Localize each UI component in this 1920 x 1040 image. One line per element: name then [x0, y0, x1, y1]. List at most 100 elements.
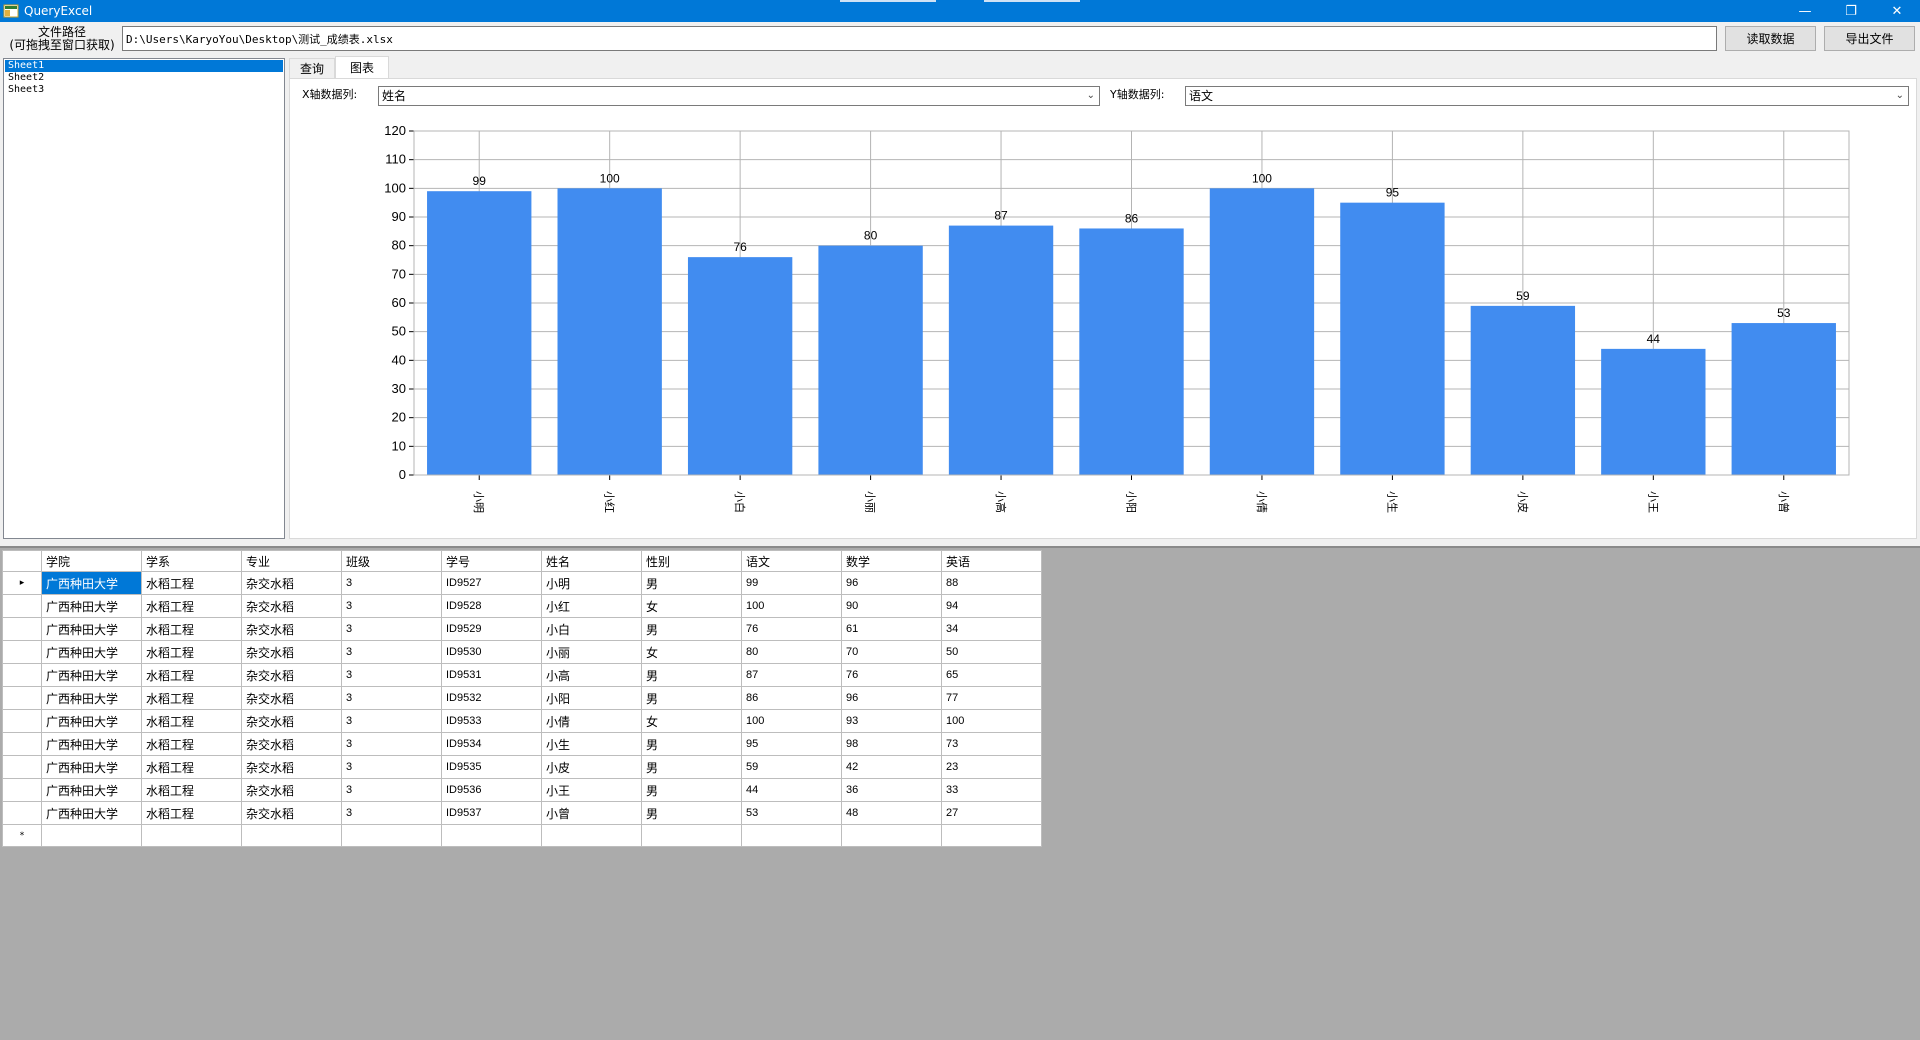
grid-cell[interactable]: 广西种田大学 — [41, 732, 142, 756]
grid-cell[interactable]: 小明 — [541, 571, 642, 595]
data-grid[interactable]: 学院 学系 专业 班级 学号 姓名 性别 语文 数学 英语 ▸ 广西种田大学 水稻工程 杂交水稻 3 ID9… — [2, 550, 1042, 847]
data-grid-area[interactable]: 学院 学系 专业 班级 学号 姓名 性别 语文 数学 英语 ▸ 广西种田大学 水稻工程 杂交水稻 3 ID9… — [0, 546, 1920, 1040]
grid-cell[interactable]: 98 — [841, 732, 942, 756]
grid-cell[interactable]: 87 — [741, 663, 842, 687]
column-header[interactable]: 学院 — [41, 550, 142, 572]
grid-cell[interactable]: 94 — [941, 594, 1042, 618]
grid-cell[interactable]: 59 — [741, 755, 842, 779]
table-row[interactable]: 广西种田大学 水稻工程 杂交水稻 3 ID9529 小白男 76 61 34 — [2, 617, 1042, 641]
file-path-input[interactable]: D:\Users\KaryoYou\Desktop\测试_成绩表.xlsx — [122, 26, 1717, 51]
table-row[interactable]: 广西种田大学 水稻工程 杂交水稻 3 ID9531 小高男 87 76 65 — [2, 663, 1042, 687]
maximize-button[interactable]: ❐ — [1828, 0, 1874, 22]
grid-cell[interactable]: 女 — [641, 709, 742, 733]
grid-cell[interactable]: 34 — [941, 617, 1042, 641]
grid-cell[interactable]: 95 — [741, 732, 842, 756]
grid-cell[interactable]: 水稻工程 — [141, 755, 242, 779]
minimize-button[interactable]: — — [1782, 0, 1828, 22]
grid-cell[interactable]: 77 — [941, 686, 1042, 710]
grid-cell[interactable]: 小倩 — [541, 709, 642, 733]
grid-cell[interactable]: ID9534 — [441, 732, 542, 756]
table-row[interactable]: 广西种田大学 水稻工程 杂交水稻 3 ID9532 小阳男 86 96 77 — [2, 686, 1042, 710]
grid-cell[interactable]: 杂交水稻 — [241, 571, 342, 595]
row-header[interactable] — [2, 640, 42, 664]
grid-cell[interactable]: 76 — [841, 663, 942, 687]
grid-cell[interactable]: 3 — [341, 640, 442, 664]
grid-cell[interactable]: 男 — [641, 778, 742, 802]
grid-cell[interactable]: 3 — [341, 617, 442, 641]
grid-cell[interactable]: 广西种田大学 — [41, 640, 142, 664]
grid-cell[interactable]: ID9532 — [441, 686, 542, 710]
grid-cell[interactable]: 杂交水稻 — [241, 686, 342, 710]
grid-cell[interactable]: 水稻工程 — [141, 640, 242, 664]
new-row[interactable]: * — [2, 824, 1042, 847]
grid-cell[interactable]: 水稻工程 — [141, 732, 242, 756]
grid-cell[interactable]: 男 — [641, 571, 742, 595]
grid-cell[interactable]: 杂交水稻 — [241, 617, 342, 641]
grid-cell[interactable]: 3 — [341, 571, 442, 595]
grid-cell[interactable]: 小丽 — [541, 640, 642, 664]
row-header[interactable] — [2, 617, 42, 641]
grid-cell[interactable]: 3 — [341, 686, 442, 710]
grid-cell[interactable]: 杂交水稻 — [241, 801, 342, 825]
row-header[interactable]: ▸ — [2, 571, 42, 595]
grid-cell[interactable]: 杂交水稻 — [241, 778, 342, 802]
grid-cell[interactable]: 水稻工程 — [141, 801, 242, 825]
grid-cell[interactable]: ID9530 — [441, 640, 542, 664]
grid-cell[interactable]: 广西种田大学 — [41, 778, 142, 802]
grid-cell[interactable]: 96 — [841, 571, 942, 595]
y-axis-column-select[interactable]: 语文 ⌄ — [1185, 86, 1909, 106]
column-header[interactable]: 学号 — [441, 550, 542, 572]
grid-cell[interactable]: 杂交水稻 — [241, 709, 342, 733]
grid-cell[interactable]: 80 — [741, 640, 842, 664]
grid-cell[interactable]: 小生 — [541, 732, 642, 756]
grid-cell[interactable]: 3 — [341, 778, 442, 802]
row-header[interactable] — [2, 594, 42, 618]
grid-cell[interactable]: 小皮 — [541, 755, 642, 779]
grid-cell[interactable]: ID9537 — [441, 801, 542, 825]
grid-cell[interactable]: 广西种田大学 — [41, 686, 142, 710]
grid-cell[interactable]: 女 — [641, 594, 742, 618]
table-row[interactable]: 广西种田大学 水稻工程 杂交水稻 3 ID9536 小王男 44 36 33 — [2, 778, 1042, 802]
grid-cell[interactable]: 3 — [341, 755, 442, 779]
grid-cell[interactable]: 杂交水稻 — [241, 640, 342, 664]
grid-cell[interactable]: 3 — [341, 709, 442, 733]
table-row[interactable]: 广西种田大学 水稻工程 杂交水稻 3 ID9534 小生男 95 98 73 — [2, 732, 1042, 756]
column-header[interactable]: 学系 — [141, 550, 242, 572]
sheet-list[interactable]: Sheet1 Sheet2 Sheet3 — [3, 58, 285, 539]
grid-cell[interactable]: 44 — [741, 778, 842, 802]
export-file-button[interactable]: 导出文件 — [1824, 26, 1915, 51]
row-header[interactable] — [2, 732, 42, 756]
grid-cell[interactable] — [441, 824, 542, 847]
grid-cell[interactable]: 男 — [641, 732, 742, 756]
table-row[interactable]: ▸ 广西种田大学 水稻工程 杂交水稻 3 ID9527 小明男 99 96 88 — [2, 571, 1042, 595]
tab-chart[interactable]: 图表 — [335, 56, 389, 78]
column-header[interactable]: 英语 — [941, 550, 1042, 572]
grid-cell[interactable]: 50 — [941, 640, 1042, 664]
column-header[interactable]: 班级 — [341, 550, 442, 572]
grid-cell[interactable]: ID9529 — [441, 617, 542, 641]
grid-cell[interactable]: 3 — [341, 594, 442, 618]
grid-cell[interactable] — [341, 824, 442, 847]
column-header[interactable]: 性别 — [641, 550, 742, 572]
grid-cell[interactable]: 73 — [941, 732, 1042, 756]
grid-cell[interactable]: ID9535 — [441, 755, 542, 779]
grid-cell[interactable]: 100 — [941, 709, 1042, 733]
grid-cell[interactable]: ID9528 — [441, 594, 542, 618]
grid-cell[interactable]: 男 — [641, 755, 742, 779]
grid-cell[interactable]: 86 — [741, 686, 842, 710]
grid-cell[interactable]: 广西种田大学 — [41, 663, 142, 687]
grid-cell[interactable]: 27 — [941, 801, 1042, 825]
sheet-item[interactable]: Sheet2 — [5, 72, 283, 84]
grid-cell[interactable]: 水稻工程 — [141, 617, 242, 641]
grid-cell[interactable] — [41, 824, 142, 847]
grid-cell[interactable]: 广西种田大学 — [41, 755, 142, 779]
grid-cell[interactable]: 小红 — [541, 594, 642, 618]
grid-cell[interactable]: 小曾 — [541, 801, 642, 825]
grid-cell[interactable]: 男 — [641, 663, 742, 687]
grid-cell[interactable]: 61 — [841, 617, 942, 641]
table-row[interactable]: 广西种田大学 水稻工程 杂交水稻 3 ID9530 小丽女 80 70 50 — [2, 640, 1042, 664]
grid-cell[interactable] — [741, 824, 842, 847]
table-row[interactable]: 广西种田大学 水稻工程 杂交水稻 3 ID9535 小皮男 59 42 23 — [2, 755, 1042, 779]
grid-cell[interactable]: 76 — [741, 617, 842, 641]
grid-cell[interactable]: 100 — [741, 709, 842, 733]
